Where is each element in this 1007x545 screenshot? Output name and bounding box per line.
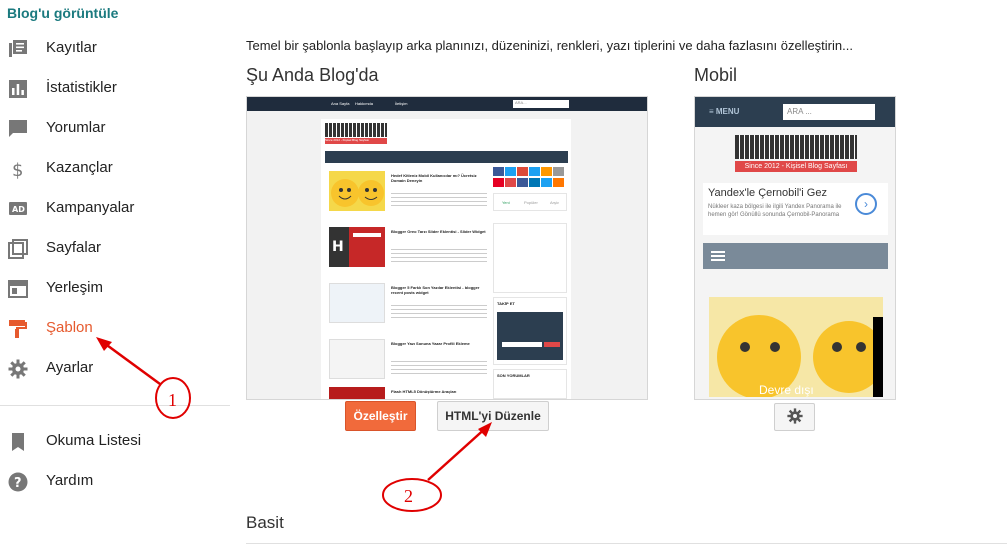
annotation-number-2: 2 [404,486,413,506]
annotation-arrow-2 [427,422,492,481]
annotation-arrow-1 [96,337,161,386]
annotation-number-1: 1 [168,390,177,410]
annotation-overlay: 1 2 [96,337,492,512]
